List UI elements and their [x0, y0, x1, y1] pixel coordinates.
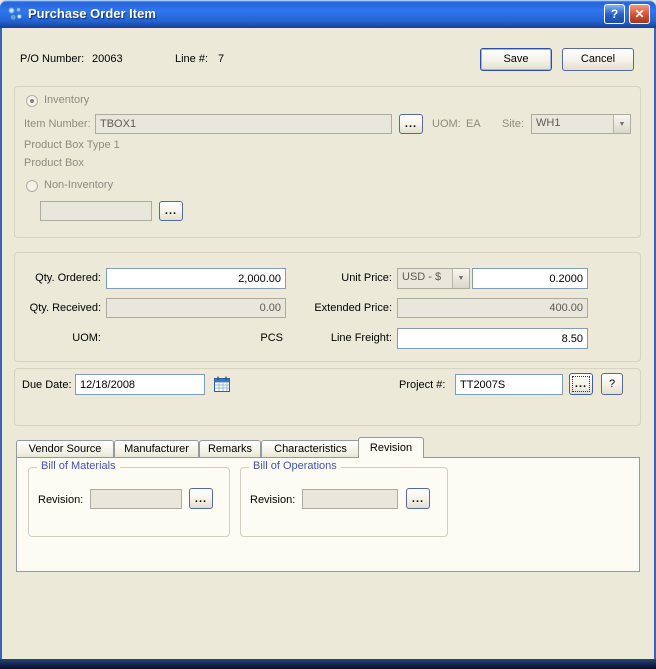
window-border-bottom [0, 659, 656, 669]
cancel-button[interactable]: Cancel [562, 48, 634, 71]
po-number-value: 20063 [92, 53, 123, 65]
non-inventory-input[interactable] [40, 201, 152, 221]
item-description-line1: Product Box Type 1 [24, 139, 120, 151]
site-dropdown-value: WH1 [536, 117, 561, 129]
bom-revision-label: Revision: [38, 494, 84, 506]
bill-of-operations-caption: Bill of Operations [249, 460, 341, 472]
pricing-uom-value: PCS [260, 332, 283, 344]
project-number-input[interactable] [455, 374, 563, 395]
calendar-icon[interactable] [212, 374, 232, 394]
tab-manufacturer[interactable]: Manufacturer [114, 440, 199, 458]
site-label: Site: [502, 118, 525, 130]
unit-price-label: Unit Price: [341, 272, 392, 284]
uom-value: EA [466, 118, 481, 130]
tab-revision[interactable]: Revision [358, 437, 424, 458]
po-number-label: P/O Number: [20, 53, 85, 65]
project-number-label: Project #: [399, 379, 446, 391]
inventory-radio-label: Inventory [44, 94, 90, 106]
line-freight-input[interactable] [397, 328, 588, 349]
qty-received-label: Qty. Received: [29, 302, 101, 314]
save-button[interactable]: Save [480, 48, 552, 71]
title-bar: Purchase Order Item ? ✕ [0, 0, 656, 28]
boo-revision-input[interactable] [302, 489, 398, 509]
unit-price-input[interactable] [472, 268, 588, 289]
non-inventory-browse-button[interactable]: ... [159, 201, 183, 221]
non-inventory-radio[interactable] [26, 180, 38, 192]
project-help-button[interactable]: ? [601, 373, 623, 395]
tab-remarks[interactable]: Remarks [199, 440, 261, 458]
due-date-label: Due Date: [22, 379, 72, 391]
tab-vendor-source[interactable]: Vendor Source [16, 440, 114, 458]
window-border-left [0, 28, 2, 659]
window-title: Purchase Order Item [28, 6, 156, 21]
chevron-down-icon: ▼ [613, 115, 630, 133]
boo-revision-label: Revision: [250, 494, 296, 506]
item-browse-button[interactable]: ... [399, 114, 423, 134]
close-icon: ✕ [634, 7, 645, 21]
uom-label: UOM: [432, 118, 461, 130]
item-number-input[interactable] [95, 114, 392, 134]
titlebar-help-button[interactable]: ? [604, 4, 625, 24]
extended-price-label: Extended Price: [314, 302, 392, 314]
site-dropdown[interactable]: WH1 ▼ [531, 114, 631, 134]
non-inventory-radio-label: Non-Inventory [44, 179, 114, 191]
qty-ordered-label: Qty. Ordered: [35, 272, 101, 284]
qty-received-input[interactable] [106, 298, 286, 318]
bom-browse-button[interactable]: ... [189, 488, 213, 509]
currency-dropdown-value: USD - $ [402, 271, 442, 283]
currency-dropdown[interactable]: USD - $ ▼ [397, 268, 470, 289]
tab-characteristics[interactable]: Characteristics [261, 440, 360, 458]
item-description-line2: Product Box [24, 157, 84, 169]
boo-browse-button[interactable]: ... [406, 488, 430, 509]
extended-price-input[interactable] [397, 298, 588, 318]
chevron-down-icon: ▼ [452, 269, 469, 288]
qty-ordered-input[interactable] [106, 268, 286, 289]
close-button[interactable]: ✕ [629, 4, 650, 24]
inventory-radio[interactable] [26, 95, 38, 107]
item-number-label: Item Number: [24, 118, 91, 130]
purchase-order-item-dialog: Purchase Order Item ? ✕ P/O Number: 2006… [0, 0, 656, 669]
line-number-label: Line #: [175, 53, 209, 65]
help-icon: ? [610, 7, 619, 21]
line-freight-label: Line Freight: [330, 332, 392, 344]
line-number-value: 7 [218, 53, 225, 65]
app-icon [7, 6, 23, 22]
bom-revision-input[interactable] [90, 489, 182, 509]
bill-of-materials-caption: Bill of Materials [37, 460, 120, 472]
project-browse-button[interactable]: ... [569, 373, 593, 395]
due-date-input[interactable] [75, 374, 205, 395]
pricing-uom-label: UOM: [72, 332, 101, 344]
